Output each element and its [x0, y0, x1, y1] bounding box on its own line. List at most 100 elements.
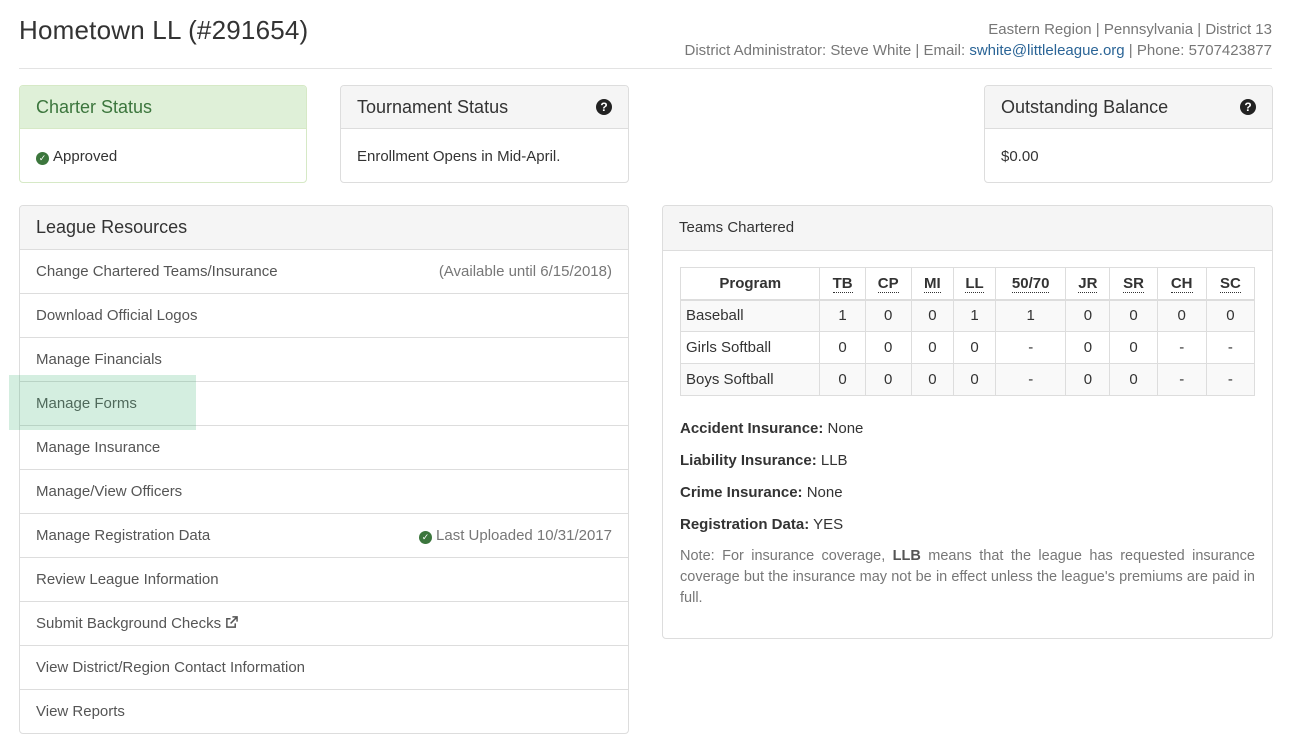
table-cell: 0 — [864, 363, 912, 396]
league-resources-heading: League Resources — [20, 206, 628, 250]
page-title: Hometown LL (#291654) — [19, 15, 309, 45]
registration-data: Registration Data: YES — [680, 509, 1255, 541]
resource-item-download-logos[interactable]: Download Official Logos — [20, 294, 628, 338]
teams-table: Program TB CP MI LL 50/70 JR SR CH SC Ba… — [679, 267, 1256, 396]
table-cell: 0 — [1065, 299, 1111, 332]
table-cell: 1 — [995, 299, 1067, 332]
crime-insurance-value: None — [802, 484, 843, 501]
resource-item-label[interactable]: Download Official Logos — [36, 307, 197, 324]
admin-prefix: District Administrator: Steve White | Em… — [684, 42, 970, 59]
charter-status-heading: Charter Status — [20, 86, 306, 129]
table-cell: - — [1205, 331, 1256, 364]
column-header-ll: LL — [952, 267, 997, 301]
resource-item-manage-financials[interactable]: Manage Financials — [20, 338, 628, 382]
outstanding-balance-value: $0.00 — [1001, 148, 1039, 165]
teams-chartered-body: Program TB CP MI LL 50/70 JR SR CH SC Ba… — [663, 251, 1272, 609]
table-cell: 1 — [819, 299, 866, 332]
resource-item-label[interactable]: Submit Background Checks — [36, 615, 221, 632]
table-cell: - — [1205, 363, 1256, 396]
table-cell: 0 — [1205, 299, 1256, 332]
column-abbr: JR — [1078, 274, 1098, 293]
resource-item-manage-officers[interactable]: Manage/View Officers — [20, 470, 628, 514]
resource-item-label[interactable]: Manage Registration Data — [36, 527, 210, 544]
table-cell: 0 — [952, 331, 997, 364]
note-prefix: Note: For insurance coverage, — [680, 548, 893, 564]
table-cell: 0 — [1156, 299, 1207, 332]
teams-chartered-panel: Teams Chartered Program TB CP MI LL 50/7… — [662, 205, 1273, 639]
table-cell: 0 — [910, 299, 954, 332]
region-line: Eastern Region | Pennsylvania | District… — [988, 21, 1272, 38]
column-abbr: MI — [924, 274, 941, 293]
column-header-tb: TB — [819, 267, 866, 301]
table-cell: - — [1156, 331, 1207, 364]
column-abbr: 50/70 — [1011, 274, 1050, 293]
table-cell: - — [1156, 363, 1207, 396]
table-cell: 0 — [1065, 363, 1111, 396]
resource-item-manage-insurance[interactable]: Manage Insurance — [20, 426, 628, 470]
liability-insurance: Liability Insurance: LLB — [680, 445, 1255, 477]
resource-item-view-contact-info[interactable]: View District/Region Contact Information — [20, 646, 628, 690]
resource-item-change-chartered-teams[interactable]: Change Chartered Teams/Insurance (Availa… — [20, 250, 628, 294]
tournament-status-card: Tournament Status ? Enrollment Opens in … — [340, 85, 629, 183]
table-cell: 0 — [1109, 331, 1158, 364]
external-link-icon — [226, 616, 238, 628]
accident-insurance-value: None — [823, 420, 864, 437]
resource-item-review-league-info[interactable]: Review League Information — [20, 558, 628, 602]
resource-item-label[interactable]: Manage/View Officers — [36, 483, 182, 500]
column-header-50-70: 50/70 — [995, 267, 1067, 301]
tournament-status-heading: Tournament Status ? — [341, 86, 628, 129]
table-row: Baseball 1 0 0 1 1 0 0 0 0 — [679, 299, 1256, 332]
outstanding-balance-heading: Outstanding Balance ? — [985, 86, 1272, 129]
outstanding-balance-title: Outstanding Balance — [1001, 97, 1169, 117]
table-cell: 0 — [864, 299, 912, 332]
note-bold: LLB — [892, 548, 921, 564]
teams-table-header: Program TB CP MI LL 50/70 JR SR CH SC — [679, 267, 1256, 301]
resource-item-manage-forms[interactable]: Manage Forms — [20, 382, 628, 426]
table-cell: 0 — [952, 363, 997, 396]
column-abbr: SC — [1219, 274, 1241, 293]
table-cell: 0 — [1065, 331, 1111, 364]
column-header-jr: JR — [1065, 267, 1111, 301]
column-abbr: CP — [877, 274, 899, 293]
resource-item-label[interactable]: View District/Region Contact Information — [36, 659, 305, 676]
table-cell: Girls Softball — [679, 331, 821, 364]
table-cell: 0 — [910, 331, 954, 364]
resource-item-view-reports[interactable]: View Reports — [20, 690, 628, 733]
accident-insurance: Accident Insurance: None — [680, 413, 1255, 445]
resource-item-label[interactable]: Change Chartered Teams/Insurance — [36, 263, 278, 280]
table-cell: 0 — [910, 363, 954, 396]
table-cell: 0 — [1109, 363, 1158, 396]
column-header-sc: SC — [1205, 267, 1256, 301]
resource-item-label[interactable]: Manage Financials — [36, 351, 162, 368]
charter-status-body: ✓ Approved — [20, 129, 306, 182]
resource-item-label[interactable]: Manage Insurance — [36, 439, 160, 456]
outstanding-balance-card: Outstanding Balance ? $0.00 — [984, 85, 1273, 183]
district-info: Eastern Region | Pennsylvania | District… — [685, 19, 1273, 61]
resource-item-manage-registration-data[interactable]: Manage Registration Data ✓ Last Uploaded … — [20, 514, 628, 558]
table-row: Girls Softball 0 0 0 0 - 0 0 - - — [679, 331, 1256, 364]
column-header-program: Program — [679, 267, 821, 301]
admin-phone: | Phone: 5707423877 — [1124, 42, 1272, 59]
page-header: Hometown LL (#291654) Eastern Region | P… — [19, 0, 1272, 69]
liability-insurance-value: LLB — [816, 452, 848, 469]
table-row: Boys Softball 0 0 0 0 - 0 0 - - — [679, 363, 1256, 396]
charter-status-card: Charter Status ✓ Approved — [19, 85, 307, 183]
table-cell: - — [995, 363, 1067, 396]
question-circle-icon[interactable]: ? — [1240, 99, 1256, 115]
table-cell: Baseball — [679, 299, 821, 332]
resource-item-label[interactable]: Manage Forms — [36, 395, 137, 412]
resource-item-label[interactable]: Review League Information — [36, 571, 219, 588]
column-header-mi: MI — [910, 267, 954, 301]
resource-item-submit-background-checks[interactable]: Submit Background Checks — [20, 602, 628, 646]
table-cell: Boys Softball — [679, 363, 821, 396]
crime-insurance-label: Crime Insurance: — [680, 484, 803, 501]
question-circle-icon[interactable]: ? — [596, 99, 612, 115]
accident-insurance-label: Accident Insurance: — [680, 420, 824, 437]
resource-item-label[interactable]: View Reports — [36, 703, 125, 720]
check-circle-icon: ✓ — [36, 152, 49, 165]
admin-email-link[interactable]: swhite@littleleague.org — [969, 42, 1124, 59]
column-abbr: LL — [965, 274, 984, 293]
last-uploaded-note: ✓ Last Uploaded 10/31/2017 — [419, 514, 612, 557]
admin-line: District Administrator: Steve White | Em… — [685, 40, 1273, 61]
column-header-cp: CP — [864, 267, 912, 301]
